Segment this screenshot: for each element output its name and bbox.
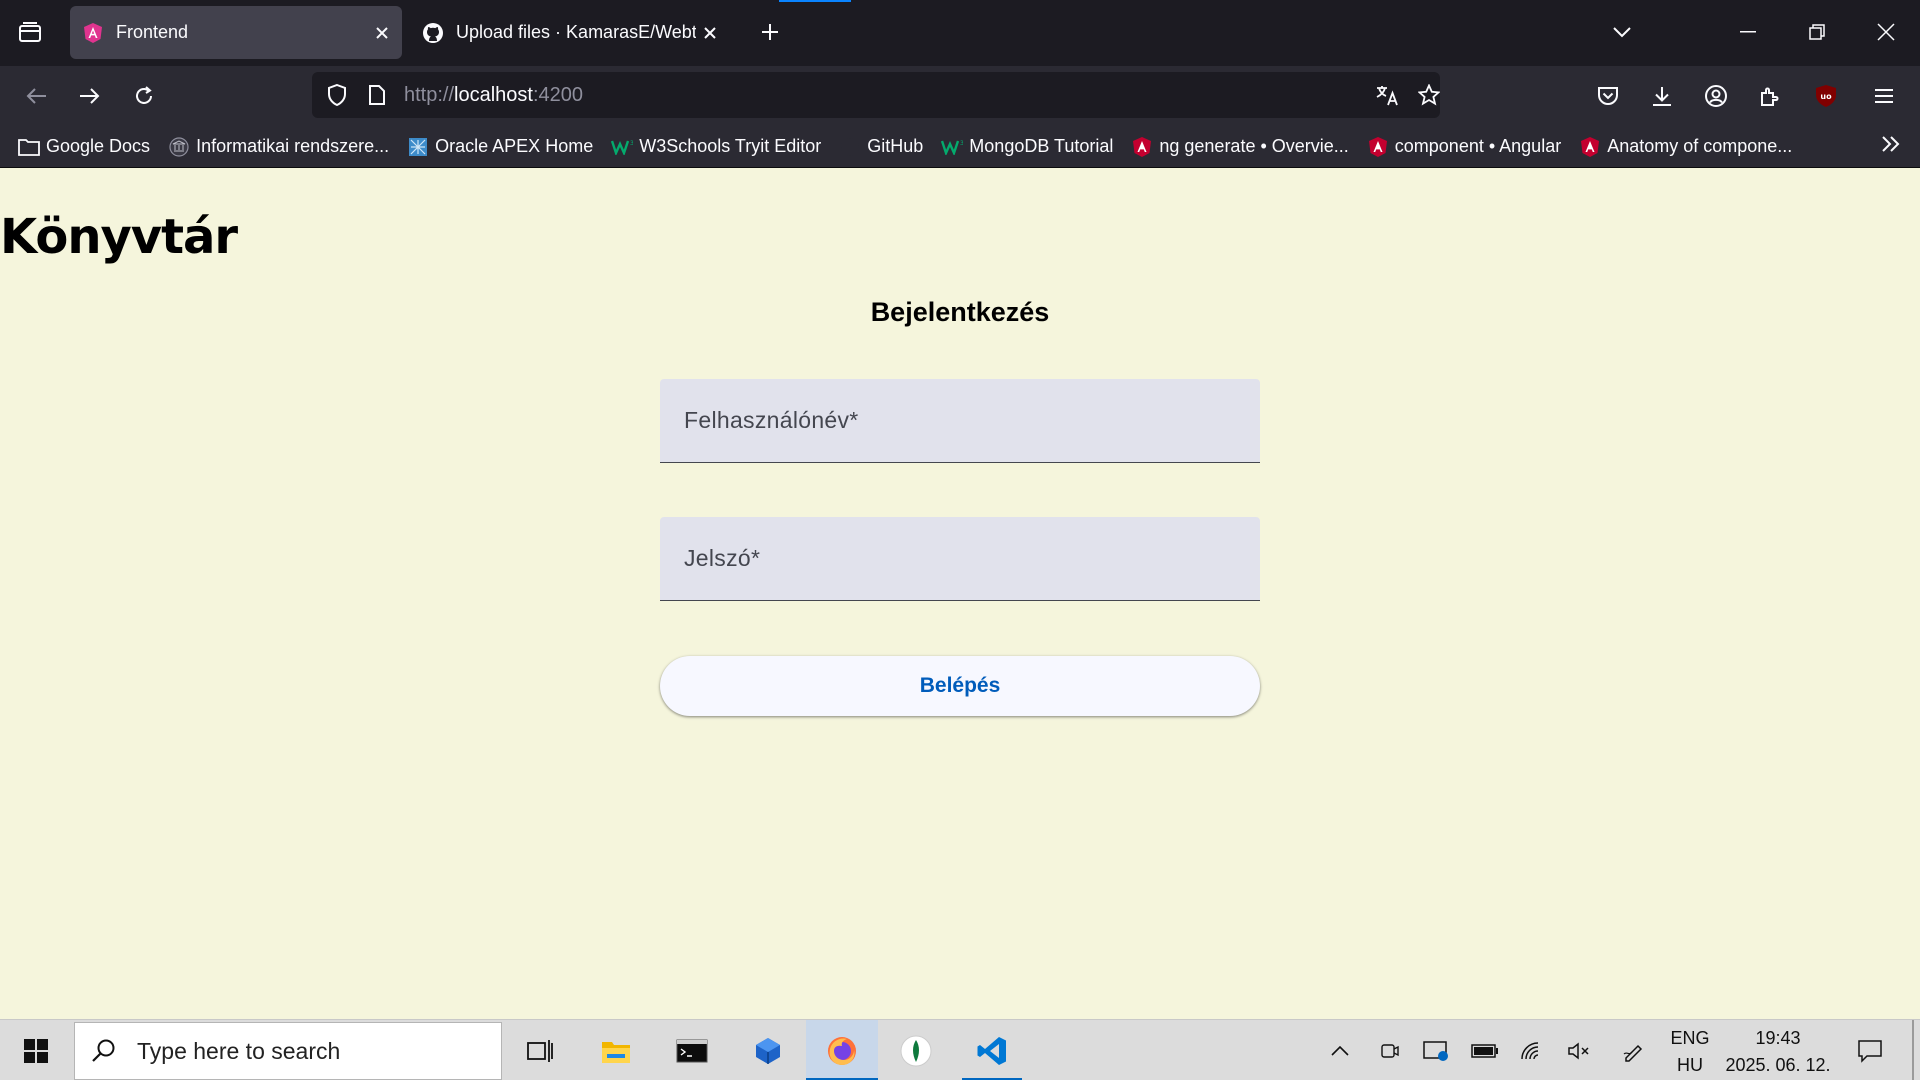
- list-all-tabs-icon[interactable]: [1604, 14, 1640, 50]
- url-text[interactable]: http://localhost:4200: [404, 84, 583, 107]
- bookmark-ng-generate[interactable]: ng generate • Overvie...: [1131, 131, 1349, 163]
- windows-start-icon[interactable]: [14, 1020, 58, 1080]
- task-view-icon[interactable]: [516, 1020, 564, 1080]
- menu-icon[interactable]: [1864, 78, 1904, 114]
- clock-time: 19:43: [1755, 1028, 1801, 1048]
- search-placeholder: Type here to search: [137, 1037, 341, 1064]
- battery-icon[interactable]: [1468, 1020, 1502, 1080]
- tab-title: Upload files · KamarasE/Webtec: [456, 22, 696, 42]
- ublock-origin-icon[interactable]: uo: [1806, 78, 1846, 114]
- apex-icon: [407, 136, 429, 158]
- bookmarks-overflow-icon[interactable]: [1880, 134, 1902, 159]
- bookmark-label: Anatomy of compone...: [1607, 136, 1793, 156]
- bookmark-label: GitHub: [867, 136, 924, 156]
- input-language[interactable]: ENG HU: [1664, 1028, 1716, 1076]
- w3schools-icon: 3: [941, 136, 963, 158]
- page-info-icon[interactable]: [362, 80, 392, 110]
- bookmark-google-docs[interactable]: Google Docs: [18, 131, 150, 163]
- extensions-icon[interactable]: [1750, 78, 1790, 114]
- folder-icon: [18, 136, 40, 158]
- bookmark-label: Informatikai rendszere...: [196, 136, 390, 156]
- username-field[interactable]: Felhasználónév*: [660, 379, 1260, 463]
- svg-text:3: 3: [960, 140, 963, 147]
- university-icon: [168, 136, 190, 158]
- bookmark-oracle-apex[interactable]: Oracle APEX Home: [407, 131, 593, 163]
- mongodb-compass-icon[interactable]: [892, 1020, 940, 1080]
- minimize-icon[interactable]: [1728, 14, 1768, 50]
- username-input[interactable]: [660, 379, 1260, 462]
- navigation-toolbar: http://localhost:4200 uo: [0, 66, 1920, 126]
- angular-icon: [1131, 136, 1153, 158]
- close-tab-icon[interactable]: [368, 19, 396, 47]
- sync-status-icon[interactable]: [1420, 1020, 1452, 1080]
- clock-date: 2025. 06. 12.: [1725, 1055, 1831, 1075]
- svg-text:uo: uo: [1820, 92, 1832, 101]
- new-tab-icon[interactable]: [752, 14, 788, 50]
- app-title: Könyvtár: [0, 209, 238, 265]
- clock[interactable]: 19:43 2025. 06. 12.: [1718, 1028, 1838, 1076]
- shield-icon[interactable]: [322, 80, 352, 110]
- volume-muted-icon[interactable]: [1564, 1020, 1594, 1080]
- tab-frontend[interactable]: Frontend: [70, 6, 402, 59]
- keyboard-layout: HU: [1677, 1055, 1703, 1075]
- bookmark-anatomy[interactable]: Anatomy of compone...: [1579, 131, 1792, 163]
- angular-icon: [1367, 136, 1389, 158]
- bookmark-label: MongoDB Tutorial: [969, 136, 1114, 156]
- w3schools-icon: 3: [611, 136, 633, 158]
- bookmarks-toolbar: Google Docs Informatikai rendszere... Or…: [0, 126, 1920, 168]
- close-window-icon[interactable]: [1866, 14, 1906, 50]
- pen-workspace-icon[interactable]: [1618, 1020, 1648, 1080]
- bookmark-component-angular[interactable]: component • Angular: [1367, 131, 1561, 163]
- taskbar-search[interactable]: Type here to search: [74, 1022, 502, 1080]
- pocket-icon[interactable]: [1588, 78, 1628, 114]
- bookmark-label: Oracle APEX Home: [435, 136, 594, 156]
- login-button[interactable]: Belépés: [660, 656, 1260, 716]
- tab-upload-files[interactable]: Upload files · KamarasE/Webtec: [410, 6, 730, 59]
- page-content: Könyvtár Bejelentkezés Felhasználónév* J…: [0, 169, 1920, 1019]
- close-tab-icon[interactable]: [696, 19, 724, 47]
- bookmark-label: Google Docs: [46, 136, 151, 156]
- back-icon[interactable]: [16, 76, 56, 116]
- password-input[interactable]: [660, 517, 1260, 600]
- bookmark-star-icon[interactable]: [1414, 80, 1444, 110]
- firefox-taskbar-icon[interactable]: [806, 1020, 878, 1080]
- github-icon: [422, 22, 444, 44]
- github-icon: [839, 136, 861, 158]
- account-icon[interactable]: [1696, 78, 1736, 114]
- vscode-icon[interactable]: [962, 1020, 1022, 1080]
- reload-icon[interactable]: [124, 76, 164, 116]
- angular-icon: [82, 22, 104, 44]
- angular-icon: [1579, 136, 1601, 158]
- show-hidden-icons-chevron-icon[interactable]: [1326, 1020, 1354, 1080]
- login-title: Bejelentkezés: [870, 297, 1050, 327]
- tab-overview-icon[interactable]: [12, 14, 48, 50]
- notifications-icon[interactable]: [1852, 1020, 1888, 1080]
- bookmark-github[interactable]: GitHub: [839, 131, 923, 163]
- tab-bar: Frontend Upload files · KamarasE/Webtec: [0, 0, 1920, 66]
- search-icon: [91, 1038, 117, 1064]
- bookmark-label: component • Angular: [1394, 136, 1562, 156]
- forward-icon[interactable]: [70, 76, 110, 116]
- taskbar: Type here to search ENG HU 19:43 2025. 0…: [0, 1019, 1920, 1080]
- language-code: ENG: [1670, 1028, 1710, 1048]
- terminal-icon[interactable]: [668, 1020, 716, 1080]
- bookmark-mongodb-tutorial[interactable]: 3 MongoDB Tutorial: [941, 131, 1113, 163]
- bookmark-label: ng generate • Overvie...: [1159, 136, 1349, 156]
- wifi-icon[interactable]: [1518, 1020, 1548, 1080]
- tab-title: Frontend: [116, 22, 189, 42]
- address-bar[interactable]: http://localhost:4200: [312, 72, 1440, 118]
- bookmark-informatikai[interactable]: Informatikai rendszere...: [168, 131, 389, 163]
- meet-now-icon[interactable]: [1374, 1020, 1404, 1080]
- svg-text:3: 3: [630, 140, 633, 147]
- tab-loading-accent: [779, 0, 851, 2]
- docker-icon[interactable]: [744, 1020, 792, 1080]
- file-explorer-icon[interactable]: [592, 1020, 640, 1080]
- downloads-icon[interactable]: [1642, 78, 1682, 114]
- show-desktop-button[interactable]: [1912, 1020, 1914, 1080]
- bookmark-label: W3Schools Tryit Editor: [639, 136, 822, 156]
- bookmark-w3schools[interactable]: 3 W3Schools Tryit Editor: [611, 131, 821, 163]
- restore-icon[interactable]: [1797, 14, 1837, 50]
- password-field[interactable]: Jelszó*: [660, 517, 1260, 601]
- translate-icon[interactable]: [1372, 80, 1402, 110]
